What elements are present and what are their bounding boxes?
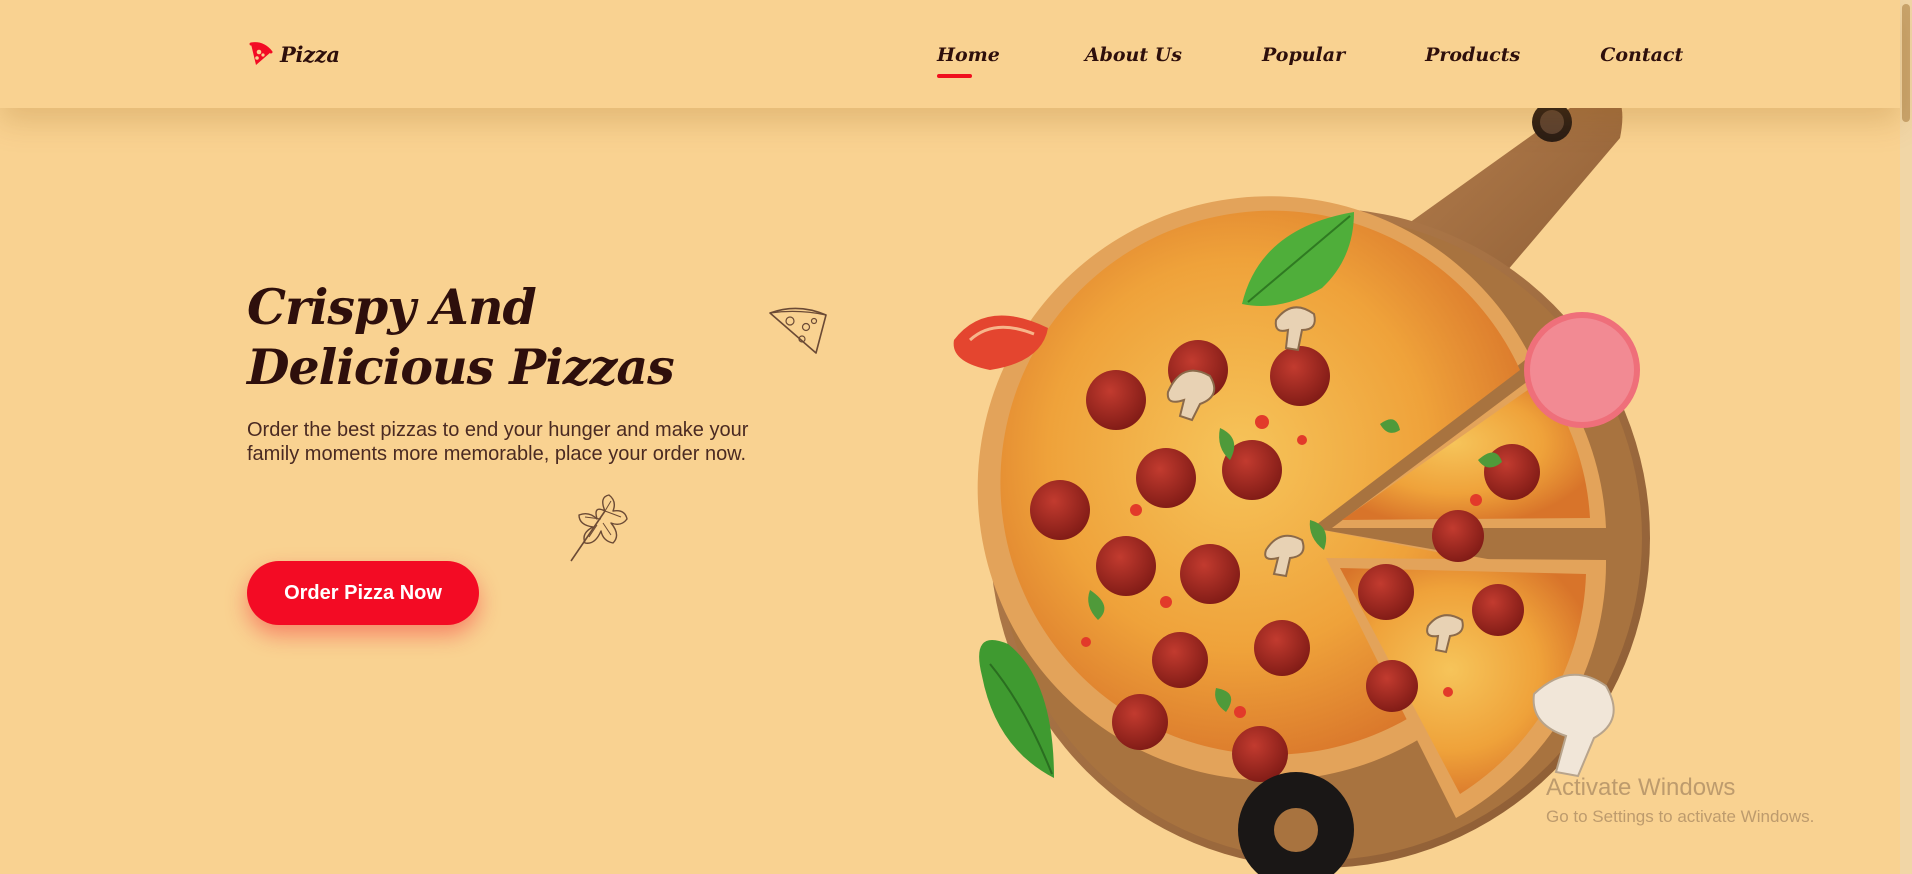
site-header: Pizza Home About Us Popular Products Con… xyxy=(0,0,1900,108)
hero-title-line-2: Delicious Pizzas xyxy=(247,338,675,396)
nav-contact[interactable]: Contact xyxy=(1600,40,1683,70)
hero-title: Crispy And Delicious Pizzas xyxy=(247,277,767,397)
main-nav: Home About Us Popular Products Contact xyxy=(937,40,1683,78)
nav-popular[interactable]: Popular xyxy=(1262,40,1345,70)
herb-leaf-doodle-icon xyxy=(570,494,628,562)
brand-logo[interactable]: Pizza xyxy=(248,38,340,70)
hero-description: Order the best pizzas to end your hunger… xyxy=(247,419,749,465)
scrollbar-thumb[interactable] xyxy=(1902,4,1910,122)
nav-about-us[interactable]: About Us xyxy=(1085,40,1182,70)
nav-active-indicator xyxy=(937,74,972,78)
page-scrollbar[interactable] xyxy=(1900,0,1912,874)
pizza-illustration xyxy=(953,108,1650,874)
pizza-slice-doodle-icon xyxy=(769,307,827,354)
nav-products[interactable]: Products xyxy=(1425,40,1520,70)
activate-windows-watermark: Activate Windows Go to Settings to activ… xyxy=(1546,774,1814,828)
hero-title-line-1: Crispy And xyxy=(247,278,537,336)
pizza-logo-icon xyxy=(249,42,273,65)
order-pizza-button[interactable]: Order Pizza Now xyxy=(247,561,479,625)
nav-home[interactable]: Home xyxy=(937,40,1000,78)
brand-name: Pizza xyxy=(280,41,340,67)
watermark-title: Activate Windows xyxy=(1546,774,1736,801)
nav-home-label: Home xyxy=(937,44,1000,66)
watermark-subtitle: Go to Settings to activate Windows. xyxy=(1546,807,1815,826)
